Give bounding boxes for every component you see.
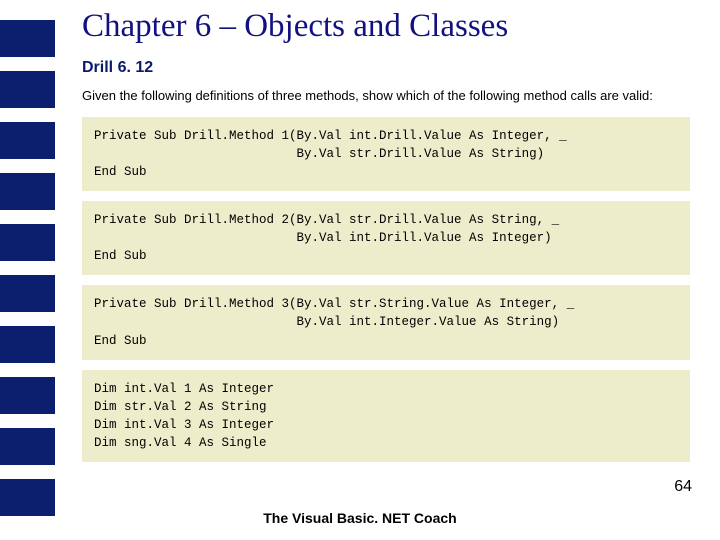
- sidebar-block: [0, 275, 55, 312]
- sidebar-block: [0, 20, 55, 57]
- footer-text: The Visual Basic. NET Coach: [0, 510, 720, 526]
- code-block: Private Sub Drill.Method 3(By.Val str.St…: [82, 285, 690, 359]
- sidebar-block: [0, 173, 55, 210]
- code-block: Private Sub Drill.Method 1(By.Val int.Dr…: [82, 117, 690, 191]
- page-number: 64: [674, 478, 692, 496]
- drill-prompt: Given the following definitions of three…: [82, 87, 690, 105]
- sidebar-block: [0, 326, 55, 363]
- slide: Chapter 6 – Objects and Classes Drill 6.…: [0, 0, 720, 540]
- sidebar-block: [0, 224, 55, 261]
- code-block: Dim int.Val 1 As Integer Dim str.Val 2 A…: [82, 370, 690, 463]
- sidebar-block: [0, 71, 55, 108]
- code-block: Private Sub Drill.Method 2(By.Val str.Dr…: [82, 201, 690, 275]
- sidebar-block: [0, 377, 55, 414]
- sidebar-block: [0, 428, 55, 465]
- sidebar-decoration: [0, 0, 55, 540]
- drill-heading: Drill 6. 12: [82, 59, 690, 77]
- content-area: Chapter 6 – Objects and Classes Drill 6.…: [82, 8, 690, 472]
- sidebar-block: [0, 122, 55, 159]
- chapter-title: Chapter 6 – Objects and Classes: [82, 8, 690, 45]
